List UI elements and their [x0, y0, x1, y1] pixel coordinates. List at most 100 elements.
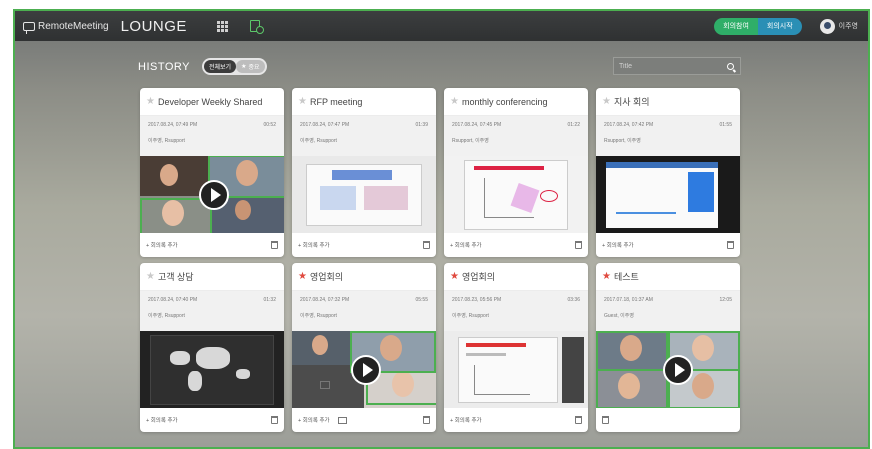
meeting-card[interactable]: ★ 테스트 2017.07.18, 01:37 AM 12:05 Guest, 이…	[596, 263, 740, 432]
brand-name: RemoteMeeting	[38, 20, 109, 32]
add-minutes-button[interactable]: + 회의록 추가	[298, 241, 330, 249]
user-name: 이주영	[838, 23, 858, 30]
trash-icon[interactable]	[423, 241, 430, 249]
star-icon[interactable]: ★	[450, 271, 459, 282]
card-header: ★ 영업회의	[444, 263, 588, 291]
recording-thumbnail[interactable]	[140, 156, 284, 233]
star-icon[interactable]: ★	[146, 96, 155, 107]
card-meta: 2017.07.18, 01:37 AM 12:05 Guest, 이주영	[596, 291, 740, 331]
document-icon[interactable]	[249, 20, 264, 34]
app-logo[interactable]: RemoteMeeting	[23, 20, 109, 34]
card-title: 테스트	[613, 272, 639, 282]
meeting-card[interactable]: ★ 영업회의 2017.08.23, 05:56 PM 03:36 이주영, Rs…	[444, 263, 588, 432]
card-title: 고객 상담	[157, 272, 194, 282]
meeting-card[interactable]: ★ Developer Weekly Shared 2017.08.24, 07…	[140, 88, 284, 257]
meeting-participants: Guest, 이주영	[604, 313, 634, 319]
star-icon[interactable]: ★	[450, 96, 459, 107]
meeting-buttons: 회의참여 회의시작	[714, 17, 802, 35]
toggle-all[interactable]: 전체보기	[204, 60, 237, 73]
meeting-participants: 이주영, Rsupport	[300, 313, 337, 319]
play-icon[interactable]	[199, 180, 229, 210]
meeting-duration: 01:22	[567, 122, 580, 128]
user-menu[interactable]: 이주영	[819, 18, 858, 34]
card-header: ★ 테스트	[596, 263, 740, 291]
card-header: ★ 지사 회의	[596, 88, 740, 116]
card-header: ★ 고객 상담	[140, 263, 284, 291]
trash-icon[interactable]	[602, 416, 609, 424]
search-box	[613, 57, 741, 75]
add-minutes-button[interactable]: + 회의록 추가	[450, 416, 482, 424]
star-icon[interactable]: ★	[602, 96, 611, 107]
meeting-duration: 00:52	[263, 122, 276, 128]
meeting-duration: 01:39	[415, 122, 428, 128]
meeting-date: 2017.08.23, 05:56 PM	[452, 297, 502, 303]
grid-view-icon[interactable]	[216, 20, 228, 32]
meeting-participants: 이주영, Rsupport	[452, 313, 489, 319]
star-icon[interactable]: ★	[298, 271, 307, 282]
meeting-date: 2017.08.24, 07:45 PM	[452, 122, 502, 128]
add-minutes-button[interactable]: + 회의록 추가	[146, 241, 178, 249]
play-icon[interactable]	[663, 355, 693, 385]
meeting-card[interactable]: ★ 지사 회의 2017.08.24, 07:42 PM 01:55 Rsuppo…	[596, 88, 740, 257]
meeting-card[interactable]: ★ monthly conferencing 2017.08.24, 07:45…	[444, 88, 588, 257]
card-title: monthly conferencing	[461, 96, 548, 107]
toggle-starred[interactable]: ★ 중요	[236, 60, 265, 73]
card-title: Developer Weekly Shared	[157, 96, 263, 107]
card-header: ★ 영업회의	[292, 263, 436, 291]
card-footer	[596, 408, 740, 432]
meeting-duration: 01:32	[263, 297, 276, 303]
monitor-icon	[23, 21, 35, 34]
meeting-participants: 이주영, Rsupport	[300, 138, 337, 144]
start-meeting-button[interactable]: 회의시작	[757, 17, 802, 35]
add-minutes-button[interactable]: + 회의록 추가	[450, 241, 482, 249]
meeting-date: 2017.08.24, 07:32 PM	[300, 297, 350, 303]
star-icon[interactable]: ★	[602, 271, 611, 282]
recording-thumbnail[interactable]	[444, 156, 588, 233]
add-minutes-button[interactable]: + 회의록 추가	[298, 416, 330, 424]
meeting-card[interactable]: ★ 고객 상담 2017.08.24, 07:40 PM 01:32 이주영, R…	[140, 263, 284, 432]
meeting-date: 2017.07.18, 01:37 AM	[604, 297, 653, 303]
meeting-participants: Rsupport, 이주영	[452, 138, 489, 144]
star-icon: ★	[241, 64, 247, 70]
meeting-participants: 이주영, Rsupport	[148, 313, 185, 319]
card-footer: + 회의록 추가	[292, 408, 436, 432]
meeting-card[interactable]: ★ 영업회의 2017.08.24, 07:32 PM 05:55 이주영, Rs…	[292, 263, 436, 432]
trash-icon[interactable]	[271, 416, 278, 424]
video-icon[interactable]	[337, 416, 347, 424]
star-icon[interactable]: ★	[298, 96, 307, 107]
trash-icon[interactable]	[271, 241, 278, 249]
trash-icon[interactable]	[575, 416, 582, 424]
meeting-date: 2017.08.24, 07:49 PM	[148, 122, 198, 128]
recording-thumbnail[interactable]	[596, 331, 740, 408]
trash-icon[interactable]	[423, 416, 430, 424]
recording-thumbnail[interactable]	[444, 331, 588, 408]
card-footer: + 회의록 추가	[140, 233, 284, 257]
recording-thumbnail[interactable]	[292, 331, 436, 408]
meeting-card[interactable]: ★ RFP meeting 2017.08.24, 07:47 PM 01:39 …	[292, 88, 436, 257]
card-meta: 2017.08.24, 07:47 PM 01:39 이주영, Rsupport	[292, 116, 436, 156]
play-icon[interactable]	[351, 355, 381, 385]
card-header: ★ monthly conferencing	[444, 88, 588, 116]
card-title: 영업회의	[309, 272, 344, 282]
search-input[interactable]	[614, 62, 714, 70]
recording-thumbnail[interactable]	[292, 156, 436, 233]
app-window: RemoteMeeting LOUNGE 회의참여 회의시작 이주영 HISTO…	[13, 9, 870, 449]
recording-thumbnail[interactable]	[596, 156, 740, 233]
meeting-date: 2017.08.24, 07:40 PM	[148, 297, 198, 303]
trash-icon[interactable]	[575, 241, 582, 249]
join-meeting-button[interactable]: 회의참여	[714, 17, 758, 35]
add-minutes-button[interactable]: + 회의록 추가	[602, 241, 634, 249]
add-minutes-button[interactable]: + 회의록 추가	[146, 416, 178, 424]
trash-icon[interactable]	[727, 241, 734, 249]
card-header: ★ Developer Weekly Shared	[140, 88, 284, 116]
card-title: 지사 회의	[613, 97, 650, 107]
meeting-participants: Rsupport, 이주영	[604, 138, 641, 144]
avatar	[819, 18, 835, 34]
search-icon[interactable]	[727, 62, 734, 70]
page-title: LOUNGE	[120, 17, 187, 35]
card-footer: + 회의록 추가	[596, 233, 740, 257]
recording-thumbnail[interactable]	[140, 331, 284, 408]
card-footer: + 회의록 추가	[444, 408, 588, 432]
video-tile-highlight	[596, 331, 668, 371]
star-icon[interactable]: ★	[146, 271, 155, 282]
